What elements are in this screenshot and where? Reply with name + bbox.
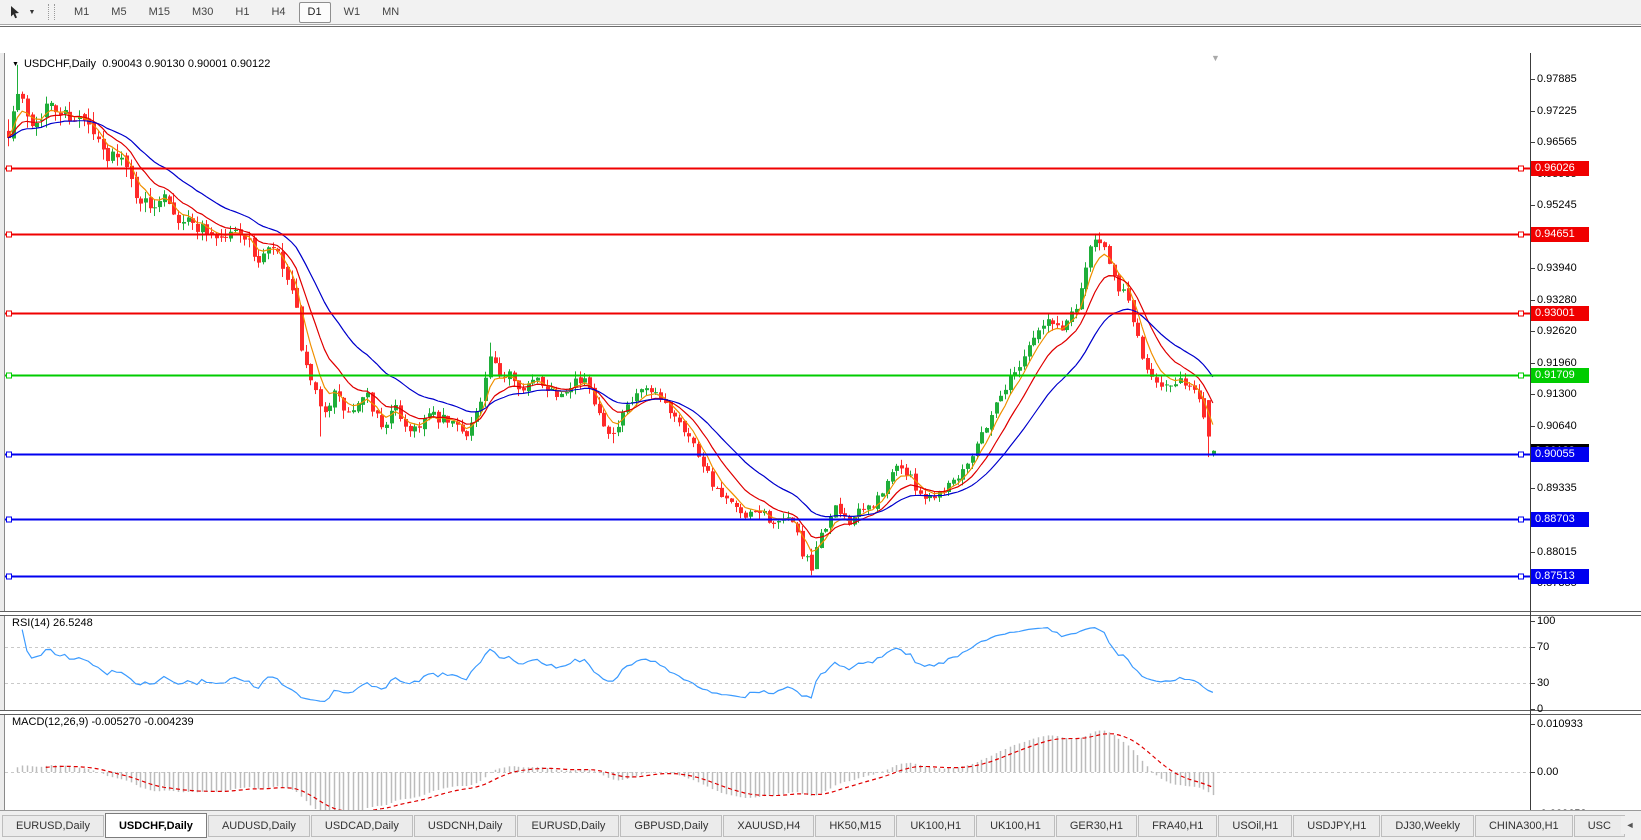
- symbol-tab-xauusd[interactable]: XAUUSD,H4: [723, 815, 815, 837]
- collapse-triangle-icon[interactable]: ▼: [12, 61, 19, 68]
- symbol-tab-usdchf[interactable]: USDCHF,Daily: [104, 813, 207, 838]
- symbol-tab-eurusd[interactable]: EURUSD,Daily: [517, 815, 620, 837]
- level-price-badge: 0.94651: [1531, 227, 1589, 242]
- timeframe-button-mn[interactable]: MN: [373, 2, 408, 23]
- chart-title-symbol: USDCHF,Daily: [23, 58, 97, 70]
- price-axis-tick: [1530, 331, 1535, 332]
- chart-title-ohlc: 0.90043 0.90130 0.90001 0.90122: [102, 58, 271, 70]
- timeframe-button-group: M1 M5 M15 M30 H1 H4 D1 W1 MN: [63, 1, 410, 23]
- pane-splitter-rsi[interactable]: [0, 611, 1641, 616]
- price-axis-label: 0.89335: [1537, 482, 1577, 494]
- price-axis-tick: [1530, 363, 1535, 364]
- symbol-tab-gbpusd[interactable]: GBPUSD,Daily: [620, 815, 723, 837]
- macd-axis-tick: [1530, 772, 1535, 773]
- symbol-tab-usdcad[interactable]: USDCAD,Daily: [310, 815, 413, 837]
- macd-indicator-label: MACD(12,26,9) -0.005270 -0.004239: [12, 716, 194, 728]
- price-axis-label: 0.92620: [1537, 325, 1577, 337]
- symbol-tab-uk100[interactable]: UK100,H1: [896, 815, 976, 837]
- symbol-tab-dj30[interactable]: DJ30,Weekly: [1381, 815, 1474, 837]
- symbol-tab-usdjpy[interactable]: USDJPY,H1: [1293, 815, 1381, 837]
- price-axis-tick: [1530, 205, 1535, 206]
- timeframe-button-m1[interactable]: M1: [65, 2, 98, 23]
- chart-left-frame: [0, 53, 5, 818]
- rsi-axis-tick: [1530, 683, 1535, 684]
- price-axis-tick: [1530, 488, 1535, 489]
- toolbar-grip: [48, 4, 55, 20]
- level-price-badge: 0.90055: [1531, 447, 1589, 462]
- price-axis-label: 0.97225: [1537, 105, 1577, 117]
- macd-pane-canvas[interactable]: [5, 713, 1530, 817]
- rsi-axis-tick: [1530, 621, 1535, 622]
- price-axis-label: 0.95245: [1537, 199, 1577, 211]
- rsi-axis-tick: [1530, 709, 1535, 710]
- level-price-badge: 0.91709: [1531, 368, 1589, 383]
- tab-scroll-left-icon[interactable]: ◄: [1621, 816, 1639, 834]
- timeframe-button-d1[interactable]: D1: [298, 1, 331, 23]
- price-axis-label: 0.96565: [1537, 136, 1577, 148]
- price-axis-label: 0.88015: [1537, 546, 1577, 558]
- pane-splitter-macd[interactable]: [0, 710, 1641, 715]
- price-axis-tick: [1530, 394, 1535, 395]
- price-axis-label: 0.97885: [1537, 73, 1577, 85]
- rsi-pane-canvas[interactable]: [5, 614, 1530, 710]
- cursor-tool-dropdown-icon[interactable]: ▼: [26, 9, 38, 16]
- symbol-tab-bar: EURUSD,Daily USDCHF,Daily AUDUSD,Daily USDC…: [0, 810, 1641, 840]
- price-axis-label: 0.93280: [1537, 294, 1577, 306]
- level-price-badge: 0.93001: [1531, 306, 1589, 321]
- chart-window: ▼ USDCHF,Daily 0.90043 0.90130 0.90001 0.…: [0, 26, 1641, 833]
- timeframe-button-w1[interactable]: W1: [335, 2, 370, 23]
- top-toolbar: ▼ M1 M5 M15 M30 H1 H4 D1 W1 MN: [0, 0, 1641, 25]
- price-axis-label: 0.91300: [1537, 388, 1577, 400]
- macd-axis-tick: [1530, 724, 1535, 725]
- symbol-tab-china300[interactable]: CHINA300,H1: [1474, 815, 1573, 837]
- symbol-tab-usc[interactable]: USC: [1573, 815, 1625, 837]
- price-axis-tick: [1530, 79, 1535, 80]
- price-chart-canvas[interactable]: [5, 54, 1530, 611]
- symbol-tab-hk50[interactable]: HK50,M15: [815, 815, 896, 837]
- rsi-axis-tick: [1530, 647, 1535, 648]
- price-axis-tick: [1530, 268, 1535, 269]
- rsi-indicator-label: RSI(14) 26.5248: [12, 617, 93, 629]
- symbol-tab-uk100[interactable]: UK100,H1: [976, 815, 1055, 837]
- price-axis-label: 0.90640: [1537, 420, 1577, 432]
- level-price-badge: 0.96026: [1531, 161, 1589, 176]
- timeframe-button-h4[interactable]: H4: [262, 2, 294, 23]
- timeframe-button-m5[interactable]: M5: [102, 2, 135, 23]
- mt4-window: ▼ M1 M5 M15 M30 H1 H4 D1 W1 MN ▼ USDCHF,Daily 0.9…: [0, 0, 1641, 840]
- price-axis-tick: [1530, 552, 1535, 553]
- price-axis-tick: [1530, 426, 1535, 427]
- cursor-icon: [11, 6, 19, 19]
- chart-title: ▼ USDCHF,Daily 0.90043 0.90130 0.90001 0.…: [12, 58, 270, 70]
- cursor-tool-button[interactable]: [4, 2, 26, 22]
- macd-axis-label: 0.00: [1537, 766, 1559, 778]
- rsi-axis-label: 100: [1537, 615, 1556, 627]
- rsi-axis-label: 70: [1537, 641, 1550, 653]
- symbol-tab-usoil[interactable]: USOil,H1: [1218, 815, 1293, 837]
- price-axis-tick: [1530, 300, 1535, 301]
- timeframe-button-h1[interactable]: H1: [226, 2, 258, 23]
- price-axis-tick: [1530, 111, 1535, 112]
- symbol-tab-audusd[interactable]: AUDUSD,Daily: [207, 815, 310, 837]
- rsi-axis-label: 0: [1537, 703, 1544, 715]
- symbol-tab-fra40[interactable]: FRA40,H1: [1138, 815, 1218, 837]
- level-price-badge: 0.87513: [1531, 569, 1589, 584]
- chart-shift-marker-icon[interactable]: ▼: [1211, 53, 1220, 63]
- symbol-tab-ger30[interactable]: GER30,H1: [1055, 815, 1138, 837]
- macd-axis-label: 0.010933: [1537, 718, 1583, 730]
- timeframe-button-m15[interactable]: M15: [140, 2, 179, 23]
- symbol-tab-eurusd[interactable]: EURUSD,Daily: [2, 815, 104, 837]
- rsi-axis-label: 30: [1537, 677, 1550, 689]
- price-axis-label: 0.93940: [1537, 262, 1577, 274]
- timeframe-button-m30[interactable]: M30: [183, 2, 222, 23]
- symbol-tab-usdcnh[interactable]: USDCNH,Daily: [413, 815, 517, 837]
- price-axis-tick: [1530, 142, 1535, 143]
- level-price-badge: 0.88703: [1531, 512, 1589, 527]
